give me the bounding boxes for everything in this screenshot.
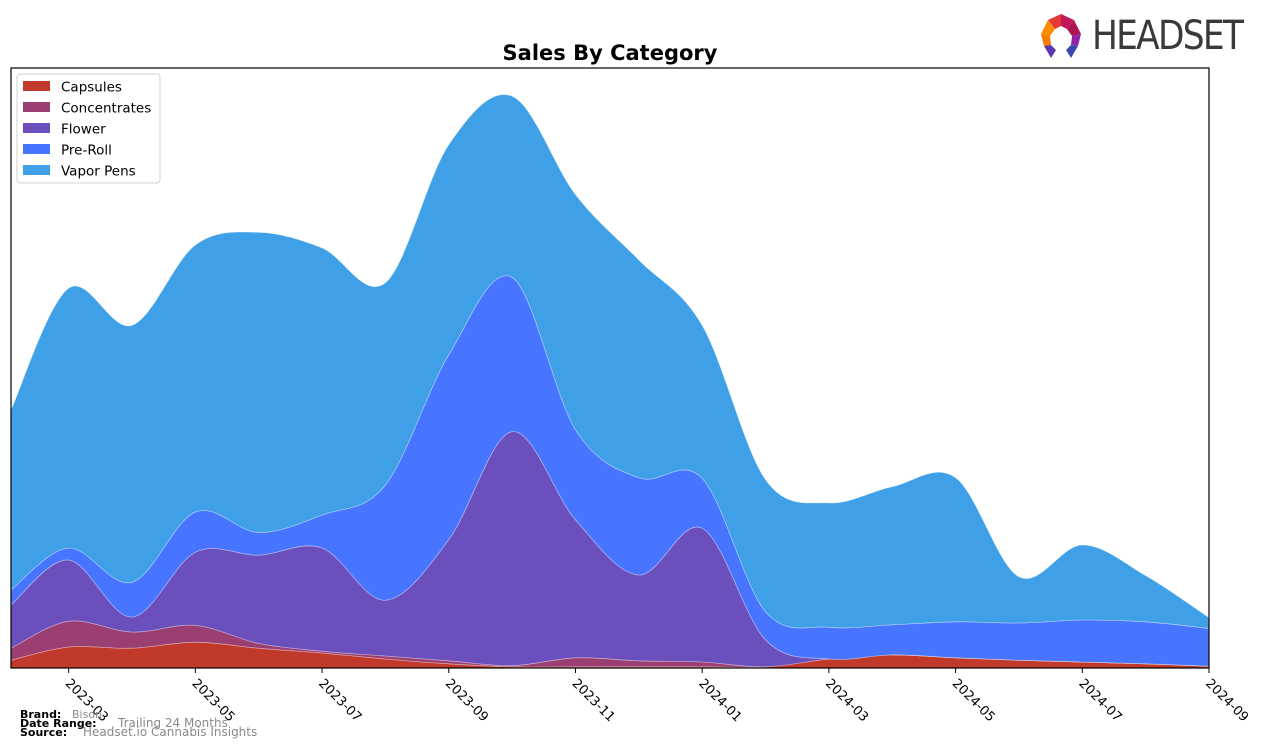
legend-swatch-pre-roll: [23, 144, 50, 154]
legend-label: Capsules: [61, 80, 122, 96]
legend-swatch-flower: [23, 123, 50, 133]
headset-logo: HEADSET: [1036, 12, 1266, 62]
x-tick-label: 2023-07: [315, 676, 364, 725]
legend: Capsules Concentrates Flower Pre-Roll Vapor …: [16, 73, 161, 184]
legend-label: Vapor Pens: [61, 164, 136, 180]
x-tick-label: 2024-07: [1075, 676, 1124, 725]
x-axis: 2023-03 2023-05 2023-07 2023-09 2023-11 2024-…: [62, 668, 1251, 725]
chart: Sales By Category 2023-03 2023-05 2023-07 2…: [10, 41, 1251, 725]
headset-logo-text: HEADSET: [1092, 13, 1244, 59]
legend-swatch-capsules: [23, 81, 50, 91]
x-tick-label: 2024-05: [949, 676, 998, 725]
chart-title: Sales By Category: [503, 41, 718, 65]
x-tick-label: 2023-11: [569, 676, 618, 725]
x-tick-label: 2024-03: [822, 676, 871, 725]
source-value: Headset.io Cannabis Insights: [83, 725, 258, 739]
legend-swatch-concentrates: [23, 102, 50, 112]
x-tick-label: 2024-01: [695, 676, 744, 725]
footer-source: Source: Headset.io Cannabis Insights: [20, 725, 258, 739]
x-tick-label: 2024-09: [1202, 676, 1251, 725]
area-layers: [10, 94, 1210, 669]
legend-label: Pre-Roll: [61, 143, 112, 159]
source-label: Source:: [20, 726, 68, 739]
x-tick-label: 2023-09: [442, 676, 491, 725]
legend-label: Flower: [61, 122, 106, 138]
headset-logo-icon: [1041, 14, 1081, 58]
legend-label: Concentrates: [61, 101, 151, 117]
legend-swatch-vapor-pens: [23, 165, 50, 175]
